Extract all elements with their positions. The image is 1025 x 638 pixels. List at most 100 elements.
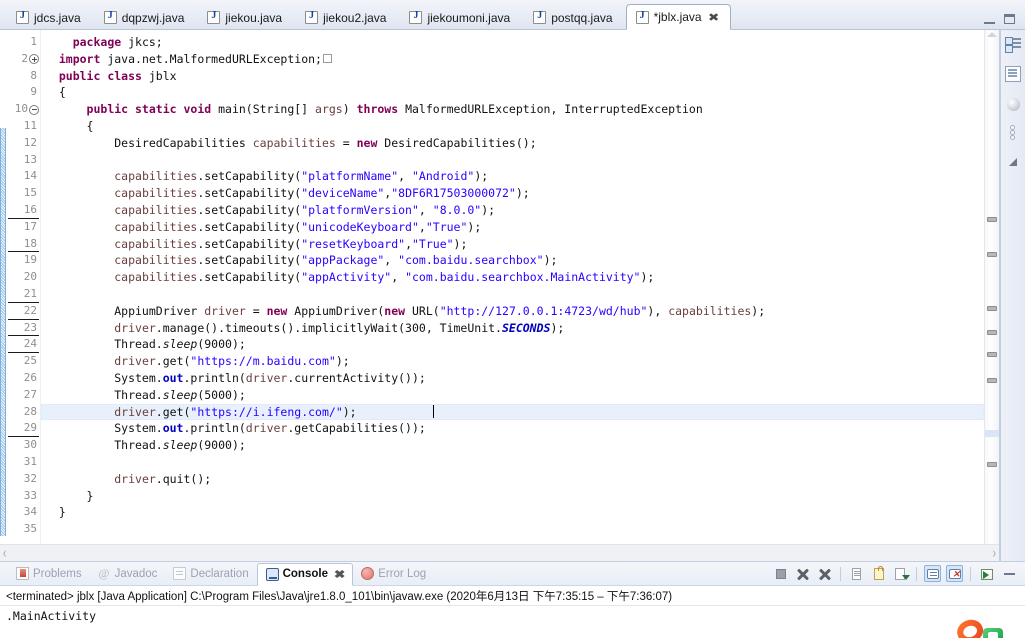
java-perspective-icon[interactable]	[1005, 36, 1021, 53]
code-token: public class	[58, 68, 142, 83]
code-line[interactable]: System.out.println(driver.currentActivit…	[41, 370, 984, 387]
editor-horizontal-scrollbar[interactable]: ‹ ›	[0, 544, 999, 561]
code-line[interactable]: package jkcs;	[41, 34, 984, 51]
cons-icon	[927, 569, 939, 579]
overview-ruler-marker[interactable]	[987, 217, 997, 222]
code-line[interactable]: capabilities.setCapability("platformVers…	[41, 202, 984, 219]
code-line[interactable]: capabilities.setCapability("deviceName",…	[41, 185, 984, 202]
show-console-on-output-button[interactable]	[892, 565, 910, 582]
clear-console-button[interactable]	[848, 565, 865, 582]
editor-gutter[interactable]: 1 2 8 9 10 11 12 13 14 15 16 17 18 19 20 21 22 23 24 25 26 27…	[0, 30, 41, 544]
code-line[interactable]: capabilities.setCapability("unicodeKeybo…	[41, 219, 984, 236]
code-line[interactable]	[41, 454, 984, 471]
code-line[interactable]: Thread.sleep(9000);	[41, 336, 984, 353]
fold-expand-icon[interactable]	[29, 54, 39, 65]
scroll-lock-button[interactable]	[870, 565, 887, 582]
code-token: package	[72, 35, 122, 49]
editor-tab-jdcsjava[interactable]: jdcs.java	[6, 5, 94, 29]
code-line[interactable]: driver.manage().timeouts().implicitlyWai…	[41, 320, 984, 337]
bottom-tab-problems[interactable]: Problems	[8, 563, 90, 585]
scroll-up-arrow-icon[interactable]	[987, 32, 997, 37]
bottom-tab-declaration[interactable]: Declaration	[165, 563, 256, 585]
code-line[interactable]: }	[41, 504, 984, 521]
code-token: URL(	[405, 303, 440, 318]
hierarchy-icon[interactable]	[1005, 125, 1021, 141]
code-line[interactable]: {	[41, 84, 984, 101]
code-line[interactable]: Thread.sleep(9000);	[41, 437, 984, 454]
line-number: 33	[23, 488, 37, 502]
terminate-button[interactable]	[772, 565, 789, 582]
maximize-editor-button[interactable]	[1004, 14, 1015, 24]
display-selected-console-button[interactable]: ✕	[946, 565, 963, 582]
line-number: 30	[23, 438, 37, 452]
editor-tab-jiekou2java[interactable]: jiekou2.java	[295, 5, 399, 29]
code-token: new	[384, 303, 406, 318]
overview-ruler-marker[interactable]	[987, 252, 997, 257]
editor-tab-postqqjava[interactable]: postqq.java	[523, 5, 625, 29]
editor-tab-jiekoumonijava[interactable]: jiekoumoni.java	[399, 5, 523, 29]
console-output[interactable]: <terminated> jblx [Java Application] C:\…	[0, 586, 1025, 638]
line-number: 32	[23, 471, 37, 485]
close-tab-icon[interactable]: ✖	[707, 11, 719, 24]
remove-all-launches-button[interactable]	[816, 565, 833, 582]
minimize-panel-button[interactable]	[1000, 565, 1017, 582]
code-line[interactable]: Thread.sleep(5000);	[41, 387, 984, 404]
outline-view-icon[interactable]	[1005, 66, 1021, 82]
code-token: DesiredCapabilities	[45, 135, 253, 150]
line-number: 16	[0, 202, 40, 219]
code-line[interactable]: System.out.println(driver.getCapabilitie…	[41, 420, 984, 437]
problems-icon	[16, 567, 29, 580]
editor-tab-jiekoujava[interactable]: jiekou.java	[197, 5, 295, 29]
code-line[interactable]: driver.get("https://i.ifeng.com/");	[41, 403, 984, 421]
editor-tab-dqpzwjjava[interactable]: dqpzwj.java	[94, 5, 198, 29]
package-explorer-icon[interactable]	[1006, 98, 1020, 111]
close-console-tab-icon[interactable]: ✖	[334, 568, 346, 581]
bottom-tab-error-log[interactable]: Error Log	[353, 563, 434, 585]
scroll-right-arrow-icon[interactable]: ›	[993, 545, 996, 562]
overview-ruler[interactable]	[984, 30, 999, 544]
overview-ruler-marker[interactable]	[987, 352, 997, 357]
overview-ruler-marker[interactable]	[987, 330, 997, 335]
code-line[interactable]	[41, 152, 984, 169]
lock-icon	[874, 566, 884, 580]
line-number: 15	[23, 186, 37, 200]
overview-ruler-marker[interactable]	[987, 378, 997, 383]
code-line[interactable]: {	[41, 118, 984, 135]
code-line[interactable]: AppiumDriver driver = new AppiumDriver(n…	[41, 303, 984, 320]
editor-tab-jblxjava[interactable]: *jblx.java ✖	[625, 4, 731, 30]
code-line[interactable]: public static void main(String[] args) t…	[41, 101, 984, 118]
code-line[interactable]: import java.net.MalformedURLException;	[41, 51, 984, 68]
remove-launch-button[interactable]	[794, 565, 811, 582]
code-line[interactable]: driver.get("https://m.baidu.com");	[41, 353, 984, 370]
folded-region-box-icon[interactable]	[322, 53, 332, 63]
code-token: capabilities	[114, 236, 198, 251]
overview-ruler-marker[interactable]	[987, 306, 997, 311]
java-editor[interactable]: 1 2 8 9 10 11 12 13 14 15 16 17 18 19 20 21 22 23 24 25 26 27…	[0, 30, 999, 544]
navigator-icon[interactable]	[1009, 158, 1017, 166]
code-line[interactable]: DesiredCapabilities capabilities = new D…	[41, 135, 984, 152]
code-line[interactable]: public class jblx	[41, 68, 984, 85]
code-token: "deviceName"	[301, 186, 385, 201]
code-line[interactable]: capabilities.setCapability("platformName…	[41, 168, 984, 185]
overview-ruler-marker[interactable]	[987, 462, 997, 467]
workbench-body: 1 2 8 9 10 11 12 13 14 15 16 17 18 19 20 21 22 23 24 25 26 27…	[0, 30, 1025, 561]
code-token: .quit();	[155, 471, 212, 486]
minimize-editor-button[interactable]	[984, 15, 995, 24]
scroll-left-arrow-icon[interactable]: ‹	[3, 545, 6, 562]
pin-console-button[interactable]	[924, 565, 941, 582]
code-line[interactable]: capabilities.setCapability("resetKeyboar…	[41, 236, 984, 253]
code-line[interactable]: driver.quit();	[41, 471, 984, 488]
code-line[interactable]: capabilities.setCapability("appPackage",…	[41, 252, 984, 269]
code-token: jblx	[141, 68, 177, 83]
open-console-button[interactable]	[978, 565, 995, 582]
code-content[interactable]: package jkcs; import java.net.MalformedU…	[41, 30, 984, 544]
code-line[interactable]	[41, 286, 984, 303]
code-line[interactable]	[41, 521, 984, 538]
bottom-tab-console[interactable]: Console ✖	[256, 562, 354, 586]
code-line[interactable]: }	[41, 488, 984, 505]
code-line[interactable]: capabilities.setCapability("appActivity"…	[41, 269, 984, 286]
fold-collapse-icon[interactable]	[29, 104, 39, 115]
bottom-tab-javadoc[interactable]: @ Javadoc	[90, 563, 166, 585]
